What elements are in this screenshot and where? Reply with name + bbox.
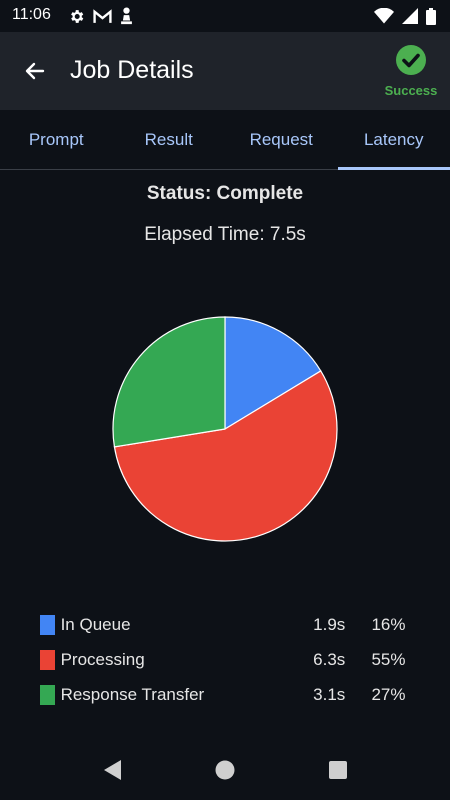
status-bar: 11:06 xyxy=(0,0,450,32)
check-circle-icon xyxy=(396,45,426,75)
pie-slice-response-transfer xyxy=(112,316,226,448)
nav-back-button[interactable] xyxy=(100,758,124,782)
wifi-icon xyxy=(374,8,394,24)
success-label: Success xyxy=(384,83,438,98)
page-title: Job Details xyxy=(70,56,194,84)
tab-prompt[interactable]: Prompt xyxy=(0,110,113,169)
gear-icon xyxy=(71,9,84,23)
battery-icon xyxy=(426,7,436,25)
latency-pie-chart xyxy=(108,312,342,546)
legend-swatch-processing xyxy=(40,649,55,670)
legend-row-response-transfer: Response Transfer 3.1s 27% xyxy=(40,677,420,712)
job-status: Status: Complete xyxy=(146,183,304,204)
tab-request[interactable]: Request xyxy=(225,110,338,169)
notification-icons xyxy=(68,6,133,26)
legend-percent: 27% xyxy=(371,684,406,704)
gmail-icon xyxy=(93,8,112,23)
tab-result[interactable]: Result xyxy=(113,110,226,169)
nav-home-button[interactable] xyxy=(213,758,237,782)
tab-latency[interactable]: Latency xyxy=(337,110,450,170)
arrow-back-icon xyxy=(25,62,45,80)
legend-row-in-queue: In Queue 1.9s 16% xyxy=(40,607,420,642)
elapsed-time: Elapsed Time: 7.5s xyxy=(144,224,306,245)
app-bar: Job Details Success xyxy=(0,32,450,110)
legend-swatch-response-transfer xyxy=(40,684,55,705)
status-time: 11:06 xyxy=(12,6,51,23)
chart-legend: In Queue 1.9s 16% Processing 6.3s 55% Re… xyxy=(40,607,420,712)
legend-label: Response Transfer xyxy=(60,684,205,704)
legend-row-processing: Processing 6.3s 55% xyxy=(40,642,420,677)
pie-svg xyxy=(112,316,338,542)
system-nav-bar xyxy=(0,740,450,800)
legend-label: Processing xyxy=(60,649,145,669)
legend-time: 3.1s xyxy=(313,684,346,704)
success-status-badge: Success xyxy=(378,44,444,100)
back-button[interactable] xyxy=(18,54,52,88)
legend-percent: 16% xyxy=(371,614,406,634)
recents-square-icon xyxy=(329,761,347,779)
back-triangle-icon xyxy=(104,760,121,780)
legend-swatch-in-queue xyxy=(40,614,55,635)
system-icons xyxy=(374,6,436,26)
legend-time: 1.9s xyxy=(313,614,346,634)
legend-percent: 55% xyxy=(371,649,406,669)
nav-recents-button[interactable] xyxy=(326,758,350,782)
legend-time: 6.3s xyxy=(313,649,346,669)
tab-bar: Prompt Result Request Latency xyxy=(0,110,450,170)
home-circle-icon xyxy=(215,760,235,780)
chess-pawn-icon xyxy=(121,7,132,25)
legend-label: In Queue xyxy=(60,614,131,634)
signal-icon xyxy=(402,8,418,24)
